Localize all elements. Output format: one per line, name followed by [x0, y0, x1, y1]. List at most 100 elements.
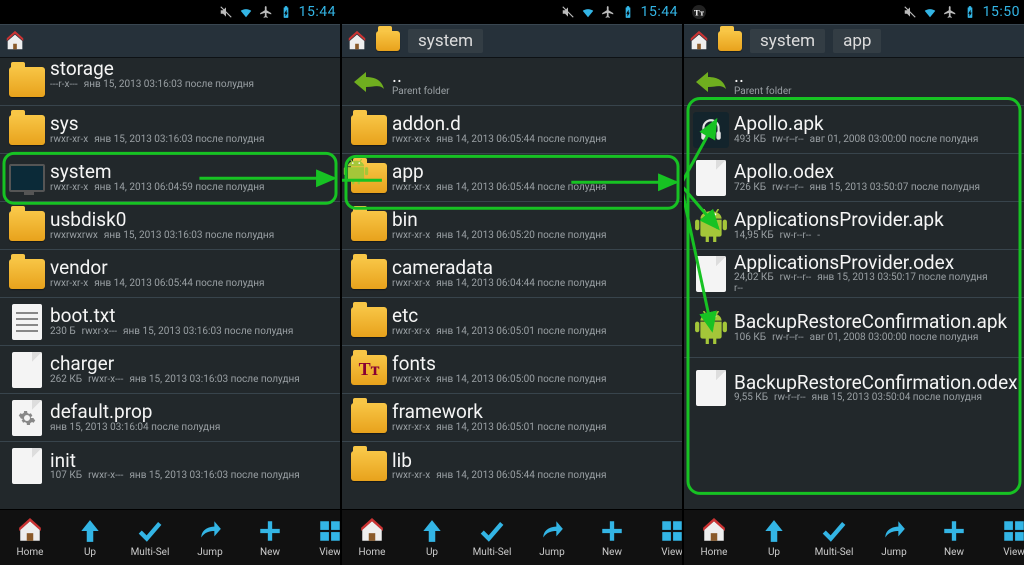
path-bar[interactable]: system app: [684, 24, 1024, 58]
file-row[interactable]: cameradata rwxr-xr-xянв 14, 2013 06:04:4…: [342, 250, 682, 298]
file-name: etc: [392, 306, 678, 326]
home-path-icon[interactable]: [688, 30, 710, 52]
parent-folder-label: Parent folder: [392, 86, 450, 97]
home-path-icon[interactable]: [4, 30, 26, 52]
file-row[interactable]: bin rwxr-xr-xянв 14, 2013 06:05:20 после…: [342, 202, 682, 250]
file-row[interactable]: storage ---r-x---янв 15, 2013 03:16:03 п…: [0, 58, 340, 106]
file-row[interactable]: BackupRestoreConfirmation.odex 9,55 КБrw…: [684, 358, 1024, 418]
file-row[interactable]: lib rwxr-xr-xянв 14, 2013 06:05:44 после…: [342, 442, 682, 490]
path-bar[interactable]: [0, 24, 340, 58]
file-row[interactable]: ApplicationsProvider.odex 24,02 КБrw-r--…: [684, 250, 1024, 298]
multi-icon: [478, 517, 506, 545]
file-row[interactable]: Tт fonts rwxr-xr-xянв 14, 2013 06:05:00 …: [342, 346, 682, 394]
file-meta: rwxr-xr-xянв 14, 2013 06:05:00 после пол…: [392, 374, 678, 385]
apk-icon: [694, 311, 728, 345]
file-row[interactable]: framework rwxr-xr-xянв 14, 2013 06:05:01…: [342, 394, 682, 442]
toolbar-label: New: [260, 547, 280, 558]
prop-file-icon: [12, 400, 42, 436]
bottom-toolbar: HomeUpMulti-SelJumpNewViewB: [0, 509, 340, 565]
breadcrumb[interactable]: system: [408, 29, 483, 53]
file-list[interactable]: .. Parent folder addon.d rwxr-xr-xянв 14…: [342, 58, 682, 509]
file-name: Apollo.apk: [734, 114, 1020, 134]
multi-button[interactable]: Multi-Sel: [462, 510, 522, 565]
toolbar-label: Multi-Sel: [473, 547, 512, 558]
file-list[interactable]: .. Parent folder Apollo.apk 493 КБrw-r--…: [684, 58, 1024, 509]
file-meta: 493 КБrw-r--r--авг 01, 2008 03:00:00 пос…: [734, 134, 1020, 145]
up-button[interactable]: Up: [402, 510, 462, 565]
breadcrumb[interactable]: app: [833, 29, 881, 53]
file-meta: 9,55 КБrw-r--r--янв 15, 2013 03:50:04 по…: [734, 392, 1020, 403]
status-bar: Tт 15:50: [684, 0, 1024, 24]
file-row[interactable]: etc rwxr-xr-xянв 14, 2013 06:05:01 после…: [342, 298, 682, 346]
breadcrumb[interactable]: system: [750, 29, 825, 53]
file-meta-extra: r--: [734, 283, 1020, 294]
clock: 15:44: [641, 4, 678, 20]
up-button[interactable]: Up: [60, 510, 120, 565]
parent-folder-row[interactable]: .. Parent folder: [342, 58, 682, 106]
file-row[interactable]: init 107 КБrwxr-x---янв 15, 2013 03:16:0…: [0, 442, 340, 490]
folder-icon: [9, 211, 45, 241]
mute-icon: [903, 5, 917, 19]
home-button[interactable]: Home: [342, 510, 402, 565]
file-name: default.prop: [50, 402, 336, 422]
jump-button[interactable]: Jump: [180, 510, 240, 565]
home-button[interactable]: Home: [0, 510, 60, 565]
apk-icon: [694, 209, 728, 243]
file-row[interactable]: usbdisk0 rwxrwxrwxянв 15, 2013 03:16:03 …: [0, 202, 340, 250]
file-row[interactable]: Apollo.odex 726 КБrw-r--r--янв 15, 2013 …: [684, 154, 1024, 202]
file-meta: rwxr-xr-xянв 14, 2013 06:05:01 после пол…: [392, 326, 678, 337]
toolbar-label: View: [1003, 547, 1024, 558]
new-button[interactable]: New: [240, 510, 300, 565]
file-row[interactable]: Apollo.apk 493 КБrw-r--r--авг 01, 2008 0…: [684, 106, 1024, 154]
up-button[interactable]: Up: [744, 510, 804, 565]
clock: 15:50: [983, 4, 1020, 20]
new-icon: [256, 517, 284, 545]
jump-button[interactable]: Jump: [864, 510, 924, 565]
file-name: bin: [392, 210, 678, 230]
toolbar-label: Jump: [539, 547, 564, 558]
text-file-icon: [12, 304, 42, 340]
status-bar: 15:44: [0, 0, 340, 24]
toolbar-label: View: [319, 547, 340, 558]
new-icon: [598, 517, 626, 545]
file-row[interactable]: boot.txt 230 Бrwxr-x---янв 15, 2013 03:1…: [0, 298, 340, 346]
new-button[interactable]: New: [582, 510, 642, 565]
file-row[interactable]: vendor rwxr-xr-xянв 14, 2013 06:05:44 по…: [0, 250, 340, 298]
file-meta: 106 КБrw-r--r--авг 01, 2008 03:00:00 пос…: [734, 332, 1020, 343]
file-row[interactable]: BackupRestoreConfirmation.apk 106 КБrw-r…: [684, 298, 1024, 358]
file-row[interactable]: sys rwxr-xr-xянв 15, 2013 03:16:03 после…: [0, 106, 340, 154]
multi-button[interactable]: Multi-Sel: [120, 510, 180, 565]
parent-folder-label: Parent folder: [734, 86, 792, 97]
file-name: framework: [392, 402, 678, 422]
folder-icon: [9, 115, 45, 145]
jump-icon: [196, 517, 224, 545]
file-name: ..: [734, 66, 1020, 86]
file-icon: [12, 448, 42, 484]
file-list[interactable]: storage ---r-x---янв 15, 2013 03:16:03 п…: [0, 58, 340, 509]
new-button[interactable]: New: [924, 510, 984, 565]
home-button[interactable]: Home: [684, 510, 744, 565]
path-bar[interactable]: system: [342, 24, 682, 58]
file-manager-pane: 15:44 storage ---r-x---янв 15, 2013 03:1…: [0, 0, 342, 565]
view-button[interactable]: View: [642, 510, 682, 565]
file-name: Apollo.odex: [734, 162, 1020, 182]
file-name: lib: [392, 451, 678, 471]
file-row[interactable]: system rwxr-xr-xянв 14, 2013 06:04:59 по…: [0, 154, 340, 202]
file-row[interactable]: app rwxr-xr-xянв 14, 2013 06:05:44 после…: [342, 154, 682, 202]
multi-button[interactable]: Multi-Sel: [804, 510, 864, 565]
multi-icon: [136, 517, 164, 545]
file-row[interactable]: charger 262 КБrwxr-x---янв 15, 2013 03:1…: [0, 346, 340, 394]
battery-icon: [279, 5, 293, 19]
home-path-icon[interactable]: [346, 30, 368, 52]
file-meta: rwxr-xr-xянв 14, 2013 06:04:59 после пол…: [50, 182, 336, 193]
file-row[interactable]: addon.d rwxr-xr-xянв 14, 2013 06:05:44 п…: [342, 106, 682, 154]
back-icon: [351, 70, 387, 94]
file-row[interactable]: default.prop янв 15, 2013 03:16:04 после…: [0, 394, 340, 442]
jump-button[interactable]: Jump: [522, 510, 582, 565]
tt-notification-icon: Tт: [692, 5, 706, 19]
file-row[interactable]: ApplicationsProvider.apk 14,95 КБrw-r--r…: [684, 202, 1024, 250]
file-icon: [696, 160, 726, 196]
view-button[interactable]: View: [984, 510, 1024, 565]
parent-folder-row[interactable]: .. Parent folder: [684, 58, 1024, 106]
view-button[interactable]: View: [300, 510, 340, 565]
